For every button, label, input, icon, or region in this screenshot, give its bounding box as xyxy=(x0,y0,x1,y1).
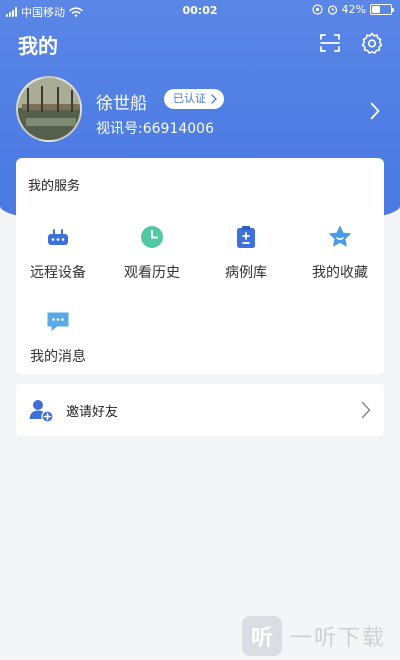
verified-badge-label: 已认证 xyxy=(173,92,206,105)
battery-icon xyxy=(370,4,394,15)
user-name: 徐世船 xyxy=(96,94,147,114)
profile-chevron-right-icon[interactable] xyxy=(370,102,380,120)
battery-fill xyxy=(372,6,380,13)
message-icon xyxy=(47,312,69,331)
battery-percent: 42% xyxy=(341,3,366,16)
watermark-logo: 听 xyxy=(242,616,282,656)
service-label: 病例库 xyxy=(225,265,267,281)
avatar[interactable] xyxy=(16,76,82,142)
invite-label: 邀请好友 xyxy=(66,405,119,420)
service-watch-history[interactable]: 观看历史 xyxy=(106,224,198,282)
star-icon xyxy=(329,226,351,247)
service-label: 我的收藏 xyxy=(312,265,368,281)
watermark-text: 一听下载 xyxy=(290,626,387,651)
service-label: 观看历史 xyxy=(124,265,180,281)
chevron-right-icon xyxy=(211,94,217,104)
service-case-library[interactable]: 病例库 xyxy=(200,224,292,282)
user-id: 视讯号:66914006 xyxy=(96,121,214,137)
service-favorites[interactable]: 我的收藏 xyxy=(294,224,386,282)
router-icon xyxy=(48,229,68,245)
add-user-icon xyxy=(29,400,54,423)
clipboard-icon xyxy=(237,226,255,248)
service-messages[interactable]: 我的消息 xyxy=(12,308,104,366)
page-title: 我的 xyxy=(18,34,58,58)
services-title: 我的服务 xyxy=(28,179,81,194)
services-card: 我的服务 远程设备 观看历史 病例库 我的收藏 我的消息 xyxy=(16,158,384,374)
gear-icon[interactable] xyxy=(360,31,384,55)
service-label: 我的消息 xyxy=(30,349,86,365)
service-label: 远程设备 xyxy=(30,265,86,281)
chevron-right-icon xyxy=(361,401,371,419)
alarm-icon xyxy=(327,5,337,15)
verified-badge[interactable]: 已认证 xyxy=(164,89,224,109)
lock-rotation-icon xyxy=(311,4,323,15)
clock-icon xyxy=(141,226,163,248)
scan-icon[interactable] xyxy=(318,31,342,55)
status-right: 42% xyxy=(311,3,394,16)
service-remote-device[interactable]: 远程设备 xyxy=(12,224,104,282)
watermark: 听 一听下载 xyxy=(242,616,386,656)
status-bar: 中国移动 00:02 42% xyxy=(0,0,400,22)
invite-friends-row[interactable]: 邀请好友 xyxy=(16,384,384,436)
